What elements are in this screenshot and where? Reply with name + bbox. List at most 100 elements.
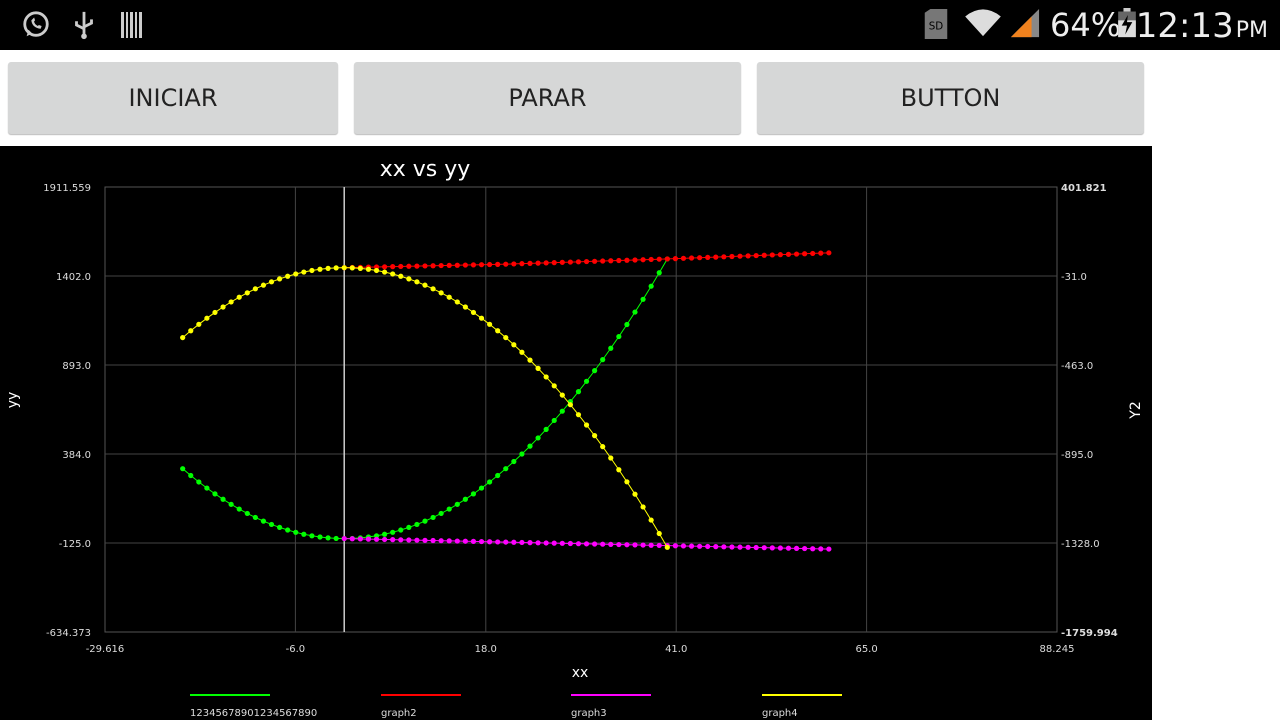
y-tick-label: 1911.559 [43, 183, 91, 194]
series-point-4 [446, 294, 452, 300]
series-point-1 [527, 443, 533, 449]
series-point-3 [624, 542, 630, 548]
series-point-2 [478, 262, 485, 268]
series-point-2 [454, 262, 460, 268]
series-point-3 [680, 543, 687, 549]
series-point-3 [559, 540, 565, 546]
series-point-4 [220, 304, 226, 310]
svg-text:SD: SD [929, 21, 944, 33]
series-point-4 [244, 290, 250, 296]
series-point-3 [648, 542, 654, 548]
series-point-1 [503, 466, 509, 472]
series-point-3 [349, 536, 355, 542]
series-point-1 [220, 496, 226, 502]
chart-title: xx vs yy [380, 157, 471, 182]
series-point-4 [285, 273, 291, 279]
y-tick-label: 384.0 [62, 450, 91, 461]
series-point-4 [632, 491, 638, 497]
y2-tick-label: -895.0 [1061, 450, 1093, 461]
series-point-3 [454, 538, 460, 544]
series-point-3 [382, 536, 388, 543]
series-point-2 [616, 257, 622, 264]
iniciar-button[interactable]: INICIAR [8, 62, 338, 134]
series-point-4 [317, 266, 323, 272]
series-point-4 [373, 267, 380, 274]
series-point-2 [624, 257, 630, 263]
series-point-3 [503, 539, 509, 545]
series-point-3 [365, 536, 372, 542]
chart-svg[interactable]: -29.616 -6.0 18.0 41.0 65.0 88.245 1911.559 140… [0, 146, 1152, 720]
generic-button[interactable]: BUTTON [757, 62, 1144, 134]
series-point-4 [454, 299, 460, 305]
series-point-4 [365, 266, 372, 272]
legend-label: graph4 [762, 708, 798, 719]
series-point-1 [430, 514, 436, 521]
series-point-3 [398, 537, 404, 543]
parar-button[interactable]: PARAR [354, 62, 741, 134]
series-point-2 [785, 251, 792, 257]
series-point-3 [535, 540, 541, 546]
series-point-4 [519, 349, 525, 355]
series-point-4 [527, 357, 533, 363]
series-point-4 [309, 267, 315, 274]
series-line-4 [182, 267, 668, 548]
series-point-2 [430, 263, 436, 269]
series-point-3 [672, 543, 678, 549]
y2-tick-label: -31.0 [1061, 272, 1087, 283]
series-point-4 [640, 504, 646, 510]
series-point-1 [487, 479, 493, 485]
series-point-3 [519, 539, 525, 546]
series-point-3 [592, 541, 598, 547]
series-point-2 [793, 251, 800, 257]
series-point-3 [705, 543, 711, 550]
series-point-1 [495, 472, 501, 479]
series-point-3 [656, 542, 662, 549]
series-point-4 [583, 422, 590, 428]
series-point-1 [317, 534, 323, 540]
y-tick-label: -634.373 [46, 628, 91, 639]
series-point-4 [398, 273, 404, 279]
series-point-1 [535, 435, 541, 441]
series-point-1 [438, 510, 444, 517]
series-point-3 [583, 541, 590, 547]
series-point-4 [503, 334, 509, 341]
series-point-4 [551, 383, 557, 389]
series-point-2 [810, 250, 816, 257]
series-point-2 [551, 260, 557, 266]
series-point-2 [470, 262, 477, 268]
wifi-icon [965, 9, 1001, 37]
series-point-3 [737, 544, 743, 550]
series-point-1 [478, 485, 485, 491]
x-tick-label: -6.0 [286, 644, 306, 655]
series-point-1 [608, 345, 614, 351]
series-point-1 [624, 321, 630, 328]
series-point-4 [212, 309, 218, 316]
y-tick-label: 893.0 [62, 361, 91, 372]
series-point-4 [382, 269, 388, 275]
series-point-4 [414, 279, 420, 285]
series-point-3 [608, 541, 614, 547]
series-point-3 [721, 544, 727, 550]
y-tick-label: -125.0 [59, 539, 91, 550]
series-point-3 [745, 544, 751, 550]
series-point-4 [236, 294, 242, 300]
series-point-3 [390, 537, 396, 543]
series-point-4 [600, 444, 606, 450]
series-point-1 [511, 458, 517, 465]
series-point-3 [357, 536, 363, 542]
series-point-2 [632, 257, 638, 263]
series-point-4 [349, 265, 355, 271]
series-point-1 [382, 531, 388, 537]
series-point-2 [713, 254, 719, 260]
series-point-3 [777, 545, 783, 551]
series-point-1 [333, 535, 339, 542]
series-point-2 [487, 261, 493, 268]
legend-label: 12345678901234567890 [190, 708, 317, 719]
series-point-3 [438, 538, 444, 544]
series-point-3 [826, 546, 832, 552]
y-axis-label: yy [5, 392, 21, 409]
chart[interactable]: -29.616 -6.0 18.0 41.0 65.0 88.245 1911.559 140… [0, 146, 1152, 720]
series-point-2 [414, 263, 420, 269]
series-point-2 [462, 262, 468, 268]
series-point-1 [204, 485, 210, 491]
